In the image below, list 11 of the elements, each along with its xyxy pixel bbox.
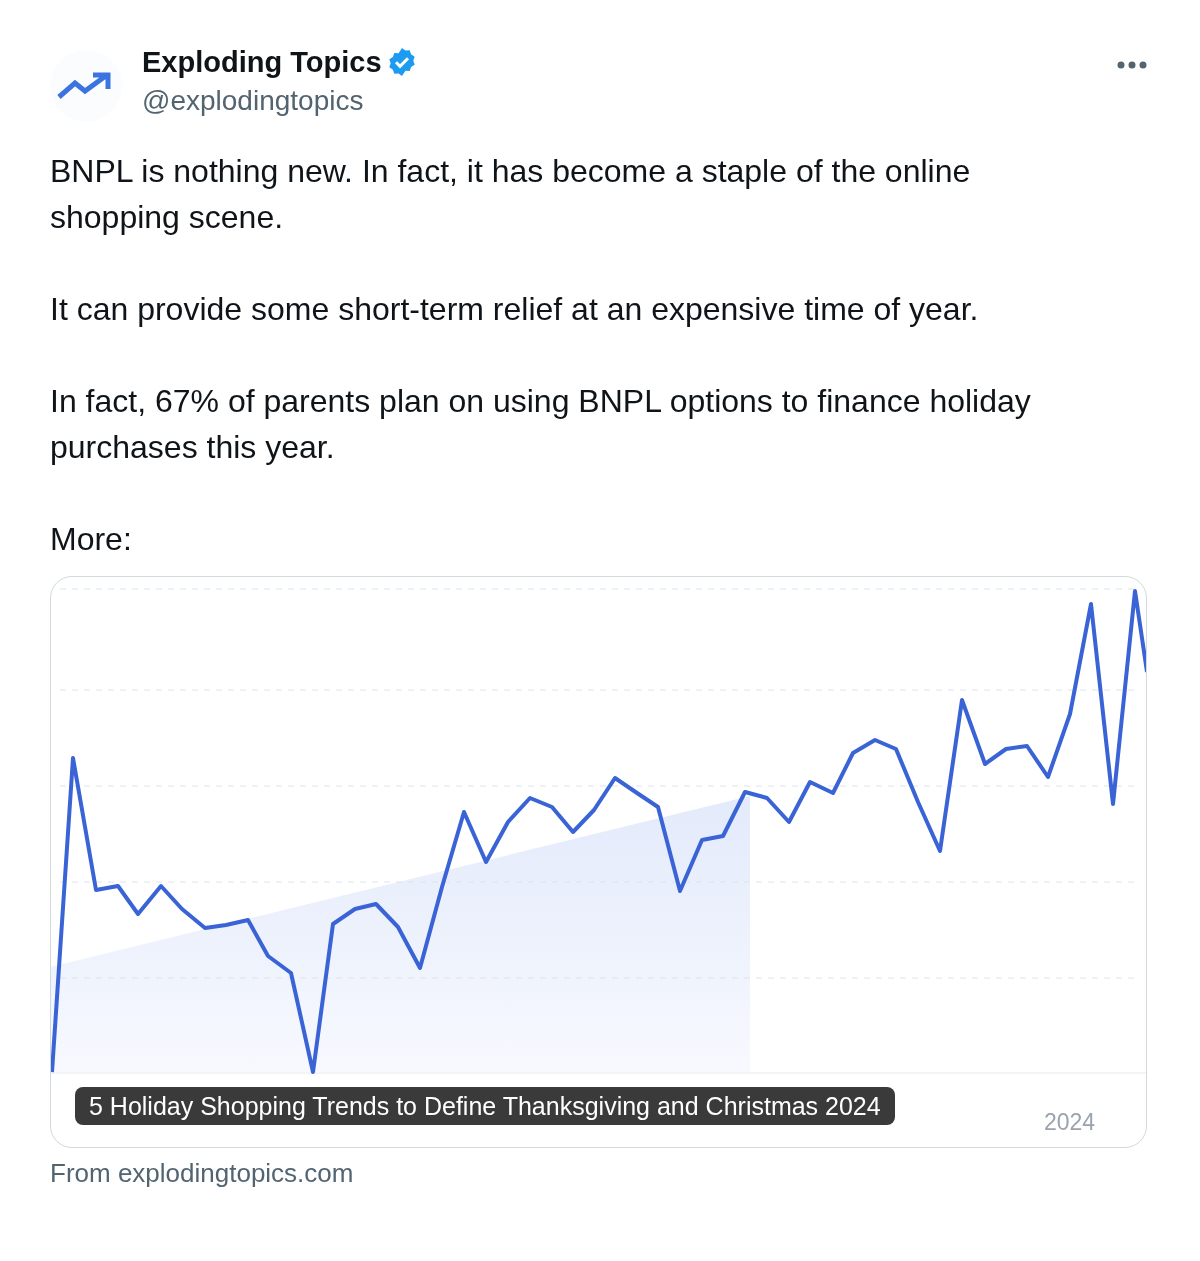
more-options-icon[interactable] xyxy=(1117,60,1147,70)
author-handle[interactable]: @explodingtopics xyxy=(142,82,1097,120)
link-card[interactable]: 2024 5 Holiday Shopping Trends to Define Thanksgiving and Christmas 2024 xyxy=(50,576,1147,1148)
tweet-text: In fact, 67% of parents plan on using BNPL options to finance holiday purchases this year. xyxy=(50,382,1032,467)
tweet-text: BNPL is nothing new. In fact, it has become a staple of the online shopping scene. xyxy=(50,152,972,237)
tweet-text: More: xyxy=(50,520,133,559)
tweet-text: It can provide some short-term relief at an expensive time of year. xyxy=(50,290,980,329)
axis-label: 2024 xyxy=(1044,1109,1096,1136)
card-title[interactable]: 5 Holiday Shopping Trends to Define Thanksgiving and Christmas 2024 xyxy=(75,1087,895,1125)
source-link[interactable]: From explodingtopics.com xyxy=(50,1158,354,1189)
author-name[interactable]: Exploding Topics xyxy=(142,42,382,82)
